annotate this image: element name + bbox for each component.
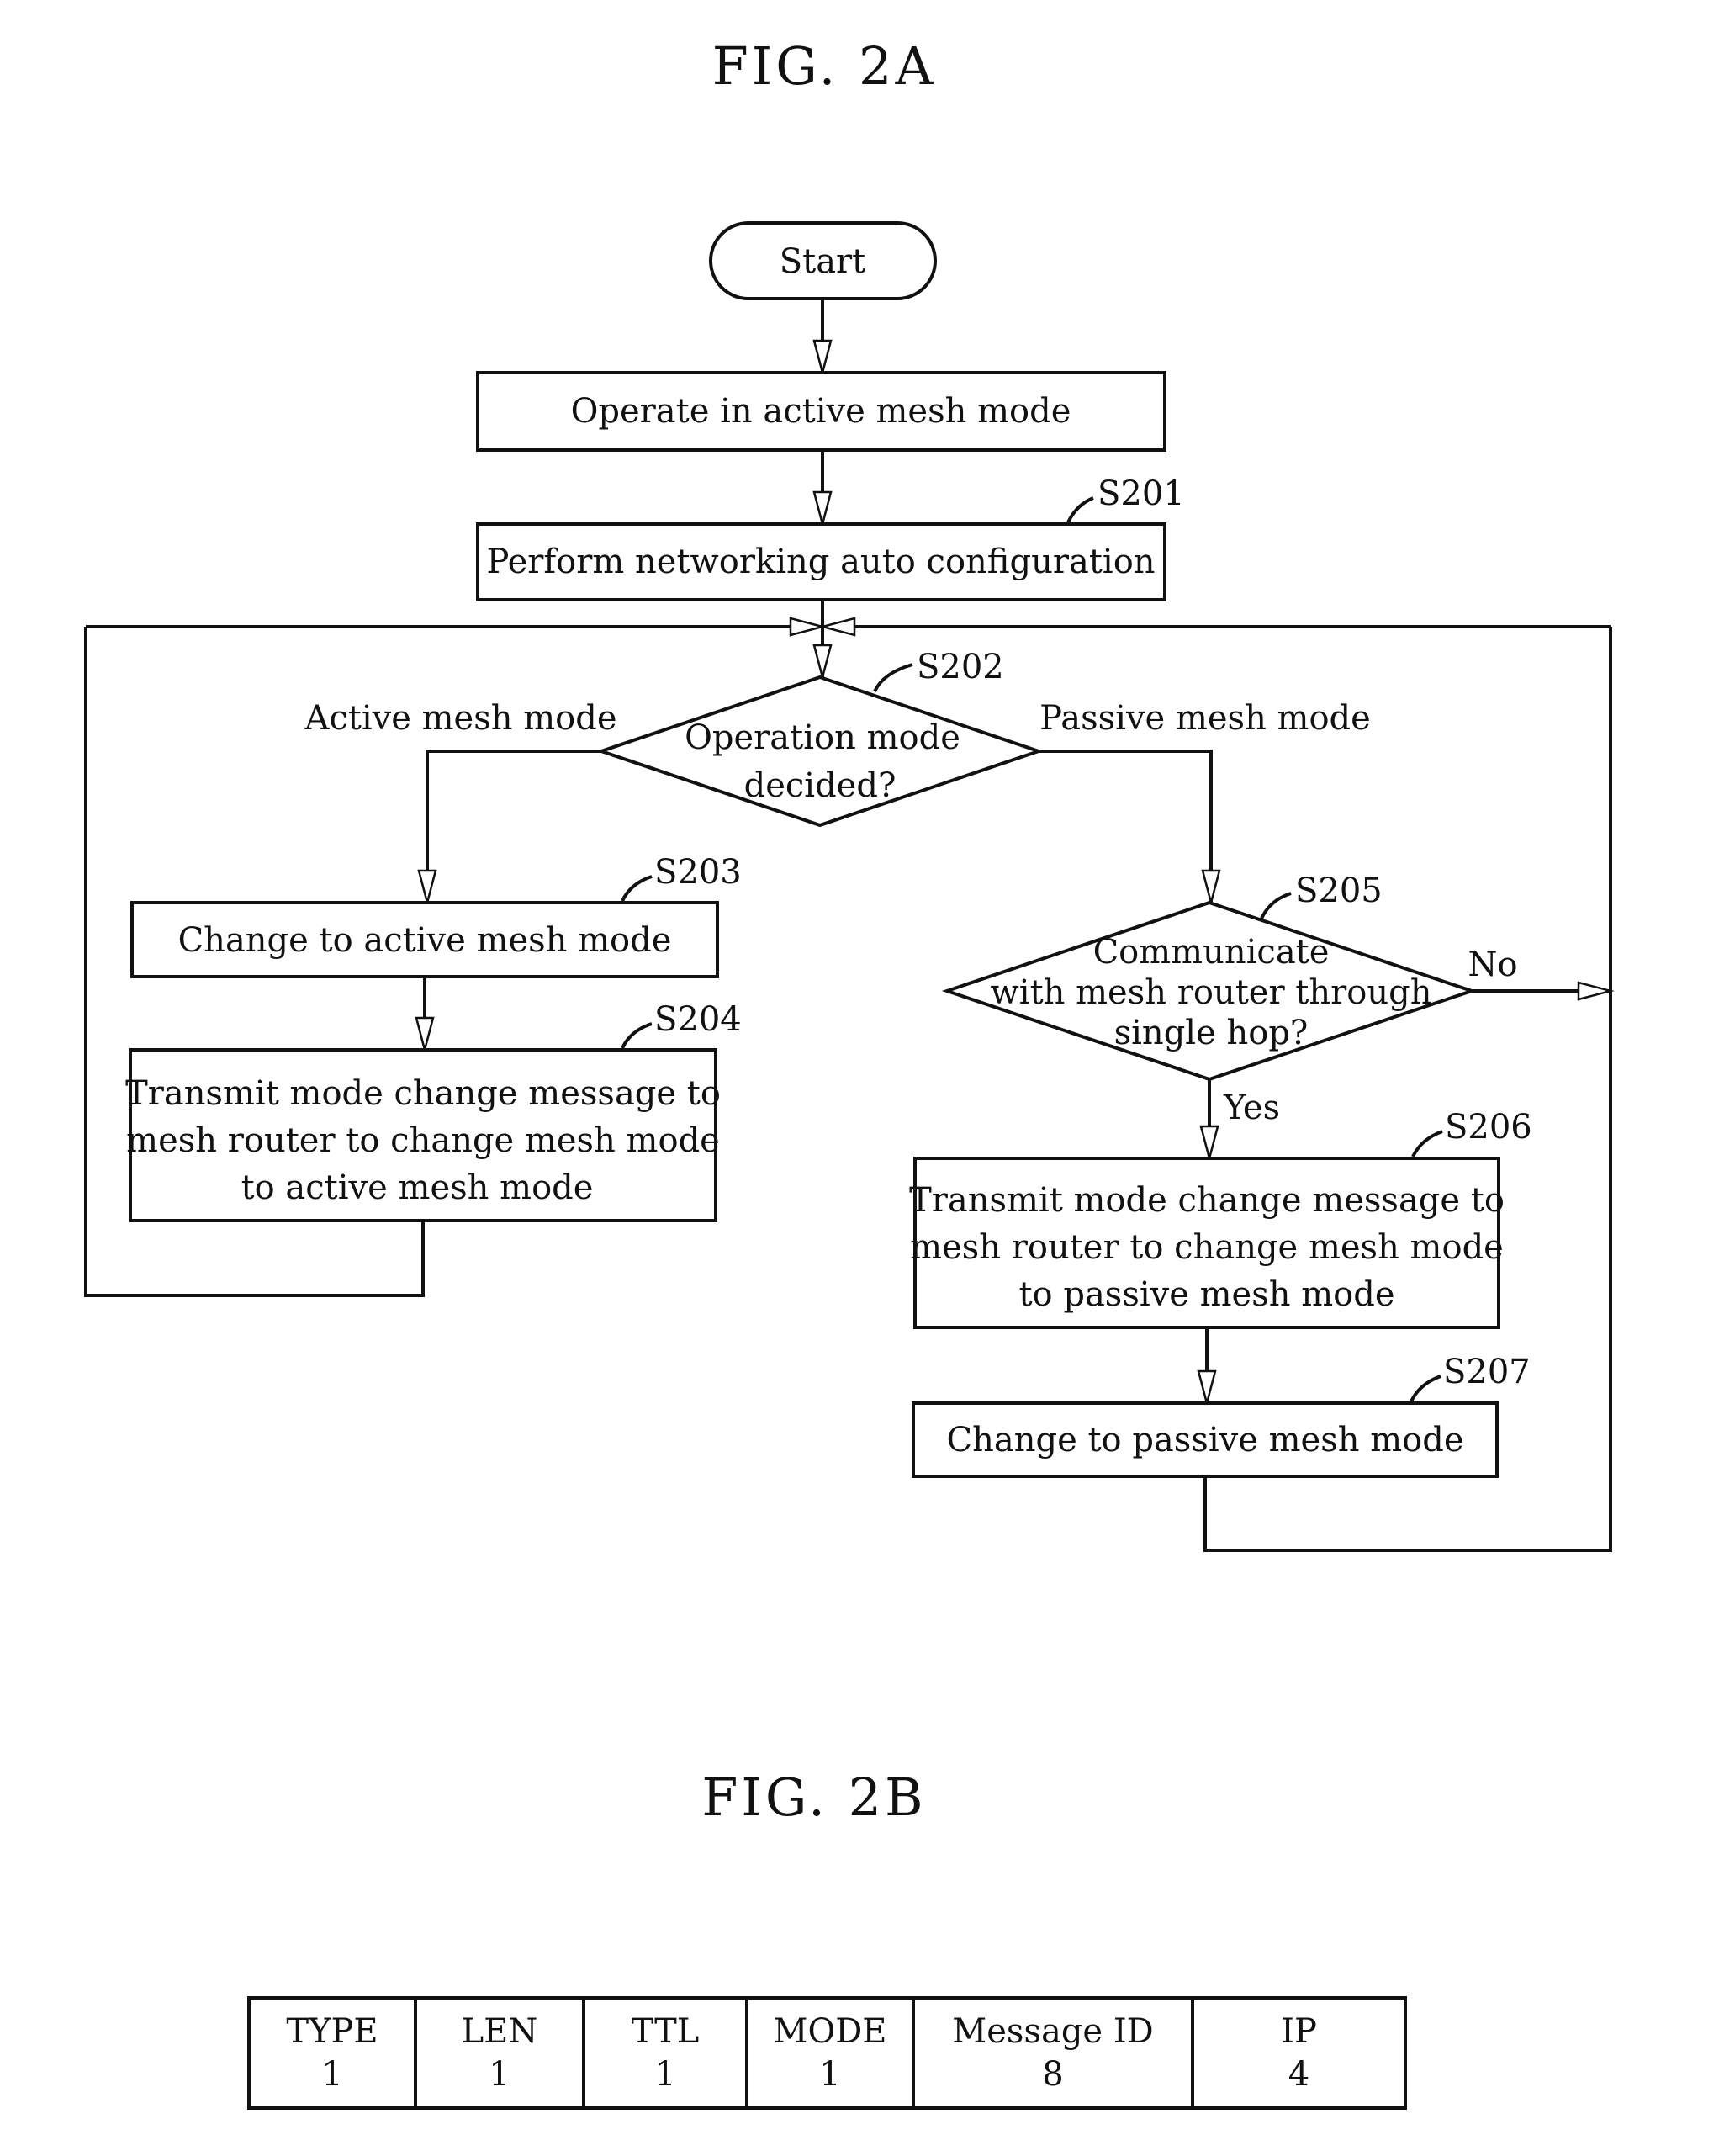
patent-figure: FIG. 2A Start Operate in active mesh mod… <box>84 35 1615 2110</box>
s206-text-line2: mesh router to change mesh mode <box>910 1228 1504 1267</box>
arrow-down-icon <box>812 490 833 528</box>
field-size: 1 <box>321 2055 342 2094</box>
arrow-down-icon <box>1199 1125 1219 1163</box>
start-label: Start <box>780 242 866 281</box>
field-size: 1 <box>819 2055 840 2094</box>
arrow-down-icon <box>812 644 833 681</box>
s206-text-line1: Transmit mode change message to <box>909 1181 1505 1220</box>
arrow-down-icon <box>812 339 833 377</box>
s204-text-line3: to active mesh mode <box>241 1168 594 1207</box>
field-size: 8 <box>1042 2055 1063 2094</box>
field-size: 4 <box>1288 2055 1309 2094</box>
s204-id: S204 <box>654 1000 742 1039</box>
connector-s202-passive <box>1039 750 1213 903</box>
field-name: IP <box>1281 2012 1317 2051</box>
field-name: LEN <box>462 2012 538 2051</box>
s203-id: S203 <box>654 853 742 892</box>
s203-text: Change to active mesh mode <box>178 921 672 960</box>
fig-2a-title: FIG. 2A <box>712 35 936 97</box>
s207-id: S207 <box>1443 1353 1531 1391</box>
arrow-down-icon <box>417 869 437 907</box>
s204-text-line1: Transmit mode change message to <box>125 1074 721 1113</box>
s204-text-line2: mesh router to change mesh mode <box>126 1121 720 1160</box>
s204-leader <box>621 1022 653 1049</box>
s205-text-line1: Communicate <box>1093 933 1330 972</box>
arrow-down-icon <box>1201 869 1221 907</box>
branch-active-label: Active mesh mode <box>304 699 616 738</box>
s205-text-line3: single hop? <box>1114 1014 1309 1052</box>
field-name: MODE <box>773 2012 886 2051</box>
step-s205: Communicate with mesh router through sin… <box>941 871 1518 1127</box>
branch-yes-label: Yes <box>1223 1089 1280 1127</box>
branch-passive-label: Passive mesh mode <box>1039 699 1371 738</box>
s207-text: Change to passive mesh mode <box>946 1421 1463 1459</box>
start-terminator: Start <box>709 221 937 300</box>
s202-text-line2: decided? <box>744 766 897 805</box>
arrow-down-icon <box>1197 1369 1217 1407</box>
step-operate: Operate in active mesh mode <box>476 371 1166 452</box>
step-s203: Change to active mesh mode S203 <box>130 853 742 978</box>
field-size: 1 <box>654 2055 675 2094</box>
arrow-right-icon <box>789 617 827 637</box>
s202-leader <box>873 663 913 692</box>
s201-leader <box>1066 496 1094 523</box>
s205-id: S205 <box>1295 871 1383 910</box>
s206-text-line3: to passive mesh mode <box>1018 1275 1394 1314</box>
branch-no-label: No <box>1468 946 1517 984</box>
operate-text: Operate in active mesh mode <box>571 392 1071 431</box>
field-name: TYPE <box>286 2012 378 2051</box>
s201-text: Perform networking auto configuration <box>486 543 1155 581</box>
message-format-table: TYPE 1 LEN 1 TTL 1 MODE 1 Message ID 8 IP 4 <box>247 1996 1407 2110</box>
s206-id: S206 <box>1445 1108 1532 1147</box>
field-name: Message ID <box>952 2012 1153 2051</box>
arrow-down-icon <box>415 1016 435 1054</box>
s203-leader <box>621 875 653 902</box>
s201-id: S201 <box>1098 474 1185 513</box>
step-s204: Transmit mode change message to mesh rou… <box>125 1000 742 1222</box>
field-name: TTL <box>632 2012 700 2051</box>
field-size: 1 <box>489 2055 510 2094</box>
s205-text-line2: with mesh router through <box>991 973 1432 1012</box>
s207-leader <box>1410 1375 1441 1402</box>
s206-leader <box>1411 1130 1443 1157</box>
connector-s202-active <box>426 750 601 903</box>
step-s206: Transmit mode change message to mesh rou… <box>909 1108 1532 1329</box>
fig-2b-title: FIG. 2B <box>701 1767 926 1828</box>
arrow-left-icon <box>818 617 856 637</box>
s202-text-line1: Operation mode <box>685 718 960 757</box>
step-s207: Change to passive mesh mode S207 <box>912 1353 1531 1478</box>
s202-id: S202 <box>917 648 1004 686</box>
s205-leader <box>1260 892 1292 919</box>
arrow-right-icon <box>1577 981 1615 1001</box>
